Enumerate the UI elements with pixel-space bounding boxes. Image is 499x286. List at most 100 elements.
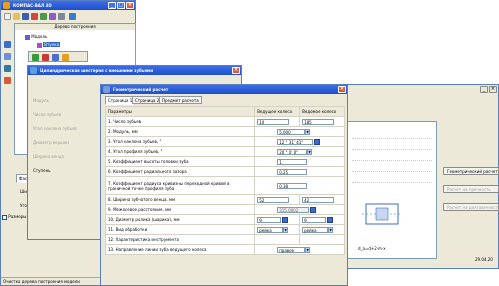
gear-window-icon [30,67,37,74]
gear-titlebar[interactable]: Цилиндрическая шестерня с внешними зубья… [28,66,241,75]
geometric-calc-button[interactable]: Геометрический расчет [443,167,499,175]
table-row: 5. Коэффициент высоты головки зуба 1 [104,156,345,167]
close-button[interactable]: × [338,86,346,93]
cancel-x-icon[interactable] [42,54,49,61]
direction-dropdown-icon[interactable]: ▼ [305,246,311,253]
param-label: 6. Коэффициент радиального зазора [104,166,256,177]
roller-driven-input[interactable]: 9 [302,216,327,223]
gear-drawing-icon [362,203,402,225]
formula-line-1 [352,128,432,139]
print-icon[interactable] [58,13,65,20]
table-row: 3. Угол наклона зубьев, ° 12 ° 31' 41" [104,136,345,147]
roller-driver-input[interactable]: 9 [257,216,282,223]
dialog-titlebar[interactable]: Геометрический расчет × [101,85,347,94]
view-tool-icon[interactable] [4,65,11,72]
tree-item-label: Модель [31,34,48,39]
angle-picker-icon[interactable] [314,138,321,145]
module-input[interactable]: 5.000 [277,128,306,135]
teeth-count-driven-input[interactable]: 185 [302,118,335,125]
col-header-params: Параметры [104,106,256,117]
roller-driven-pick-icon[interactable] [327,216,334,223]
profile-angle-input[interactable]: 20 ° 0' 0" [277,148,308,155]
formula-lines [352,128,432,183]
table-row: 6. Коэффициент радиального зазора 0.25 [104,166,345,177]
close-button[interactable]: × [232,67,240,74]
status-text: Очистка дерева построения модели [3,279,80,284]
close-button[interactable]: × [126,2,134,9]
left-titlebar[interactable]: КОМПАС-ВАЛ 3D _ □ × [1,1,135,10]
measure-tool-icon[interactable] [4,77,11,84]
param-label: 11. Вид обработки [104,224,256,235]
open-file-icon[interactable] [13,13,20,20]
model-tool-icon[interactable] [4,41,11,48]
maximize-button[interactable]: □ [117,2,125,9]
tree-item-label: Втулка [43,42,61,47]
face-width-driver-input[interactable]: 52 [257,196,290,203]
col-header-driver: Ведущее колесо [254,106,301,117]
clearance-coeff-input[interactable]: 0.25 [277,168,308,175]
center-distance-input[interactable]: 315.0002 [277,206,310,213]
tree-item-sleeve[interactable]: Втулка [37,42,61,48]
formula-panel: d_a=d+2·m·x [347,121,437,259]
tree-item-model[interactable]: Модель [25,34,47,40]
ok-check-icon[interactable] [32,54,39,61]
strength-calc-button[interactable]: Расчет на прочность [443,185,499,193]
machining-driver-select[interactable]: рейка [257,226,284,233]
geometric-calc-dialog: Геометрический расчет × Страница 1 Стран… [100,84,348,286]
table-row: 11. Вид обработки рейка ▼ рейка ▼ [104,224,345,235]
save-file-icon[interactable] [22,13,29,20]
module-dropdown-icon[interactable]: ▼ [305,128,311,135]
vertical-toolbar [2,39,13,239]
formula-line-5 [352,172,432,183]
machining-driven-dropdown-icon[interactable]: ▼ [328,226,334,233]
roller-driver-pick-icon[interactable] [282,216,289,223]
fillet-coeff-input[interactable]: 0.38 [277,182,308,189]
dimensions-checkbox-row[interactable]: Размеры [2,214,26,220]
direction-select[interactable]: правое [277,246,306,253]
cut-icon[interactable] [31,13,38,20]
tip-diameter-label: Диаметр вершин [33,140,70,145]
tab-subject[interactable]: Предмет расчета [159,96,202,104]
table-row: 12. Характеристика инструмента [104,234,345,245]
minimize-button[interactable]: _ [108,2,116,9]
face-width-driven-input[interactable]: 42 [302,196,335,203]
tab-page-2[interactable]: Страница 2 [132,96,163,104]
model-icon [25,34,30,40]
addendum-coeff-input[interactable]: 1 [277,158,308,165]
helix-label: Угол наклона зубьев [33,126,77,131]
formula-line-2 [352,139,432,150]
help-icon[interactable] [69,13,76,20]
face-width-label: Ширина венца [33,154,64,159]
new-file-icon[interactable] [4,13,11,20]
tab-page-1[interactable]: Страница 1 [105,96,136,105]
machining-driver-dropdown-icon[interactable]: ▼ [283,226,289,233]
build-icon[interactable] [49,13,56,20]
detail-tool-icon[interactable] [4,53,11,60]
settings-icon[interactable] [52,54,59,61]
gear-icon[interactable] [40,13,47,20]
durability-calc-button[interactable]: Расчет на долговечность [443,203,499,211]
part-icon [37,42,42,48]
table-row: 10. Диаметр ролика (шарика), мм 9 9 [104,214,345,225]
formula-line-3 [352,150,432,161]
center-distance-calc-icon[interactable] [310,206,317,213]
table-header: Параметры Ведущее колесо Ведомое колесо [104,106,345,117]
machining-driven-select[interactable]: рейка [302,226,329,233]
table-row: 2. Модуль, мм 5.000 ▼ [104,126,345,137]
calc-icon[interactable] [62,54,69,61]
formula-line-4 [352,161,432,172]
params-table: Параметры Ведущее колесо Ведомое колесо … [104,106,345,255]
minimize-button[interactable]: _ [480,86,488,93]
dialog-title: Геометрический расчет [113,87,169,92]
teeth-count-driver-input[interactable]: 10 [257,118,290,125]
compas-app-icon [3,2,10,9]
profile-angle-dropdown-icon[interactable]: ▼ [307,148,313,155]
helix-angle-input[interactable]: 12 ° 31' 41" [277,138,314,145]
dimensions-checkbox[interactable] [2,214,7,220]
param-label: 9. Межосевое расстояние, мм [104,204,256,215]
param-label: 7. Коэффициент радиуса кривизны переходн… [104,176,256,195]
dimensions-label: Размеры [8,214,27,219]
close-button[interactable]: × [489,86,497,93]
param-label: 10. Диаметр ролика (шарика), мм [104,214,256,225]
col-header-driven: Ведомое колесо [299,106,345,117]
